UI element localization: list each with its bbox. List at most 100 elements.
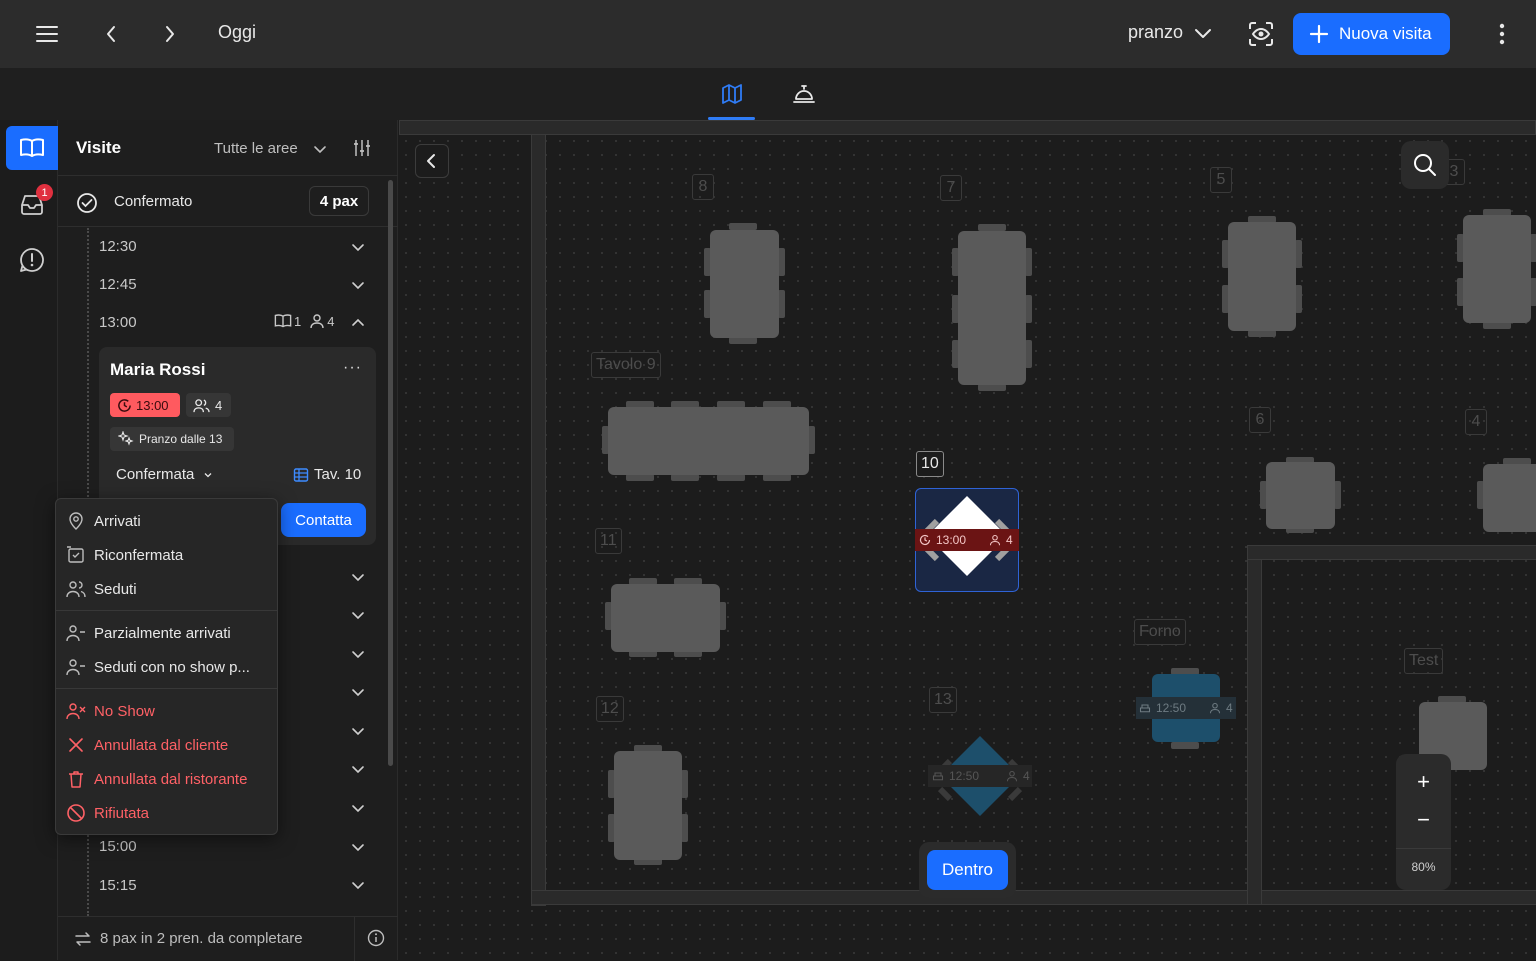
chair — [1025, 248, 1032, 276]
shift-selector[interactable]: pranzo — [1128, 22, 1183, 43]
chair — [763, 474, 791, 481]
menu-item-arrived[interactable]: Arrivati — [66, 506, 141, 536]
status-group-label[interactable]: Confermato — [114, 193, 192, 210]
table-6[interactable] — [1266, 462, 1335, 529]
menu-item-no-show[interactable]: No Show — [66, 696, 155, 726]
table-label-10: 10 — [916, 451, 944, 477]
zoom-controls: + − 80% — [1396, 754, 1451, 890]
contact-button[interactable]: Contatta — [281, 503, 366, 537]
booking-table-label: Tav. 10 — [314, 466, 362, 483]
table-8[interactable] — [710, 230, 779, 338]
collapse-panel-button[interactable] — [415, 144, 449, 178]
panel-scrollbar[interactable] — [388, 180, 393, 766]
slot-1300[interactable]: 13:00 — [99, 314, 137, 331]
table-3[interactable] — [1463, 215, 1531, 323]
booking-table[interactable]: Tav. 10 — [293, 466, 361, 483]
menu-item-reconfirmed[interactable]: Riconfermata — [66, 540, 183, 570]
chevron-down-icon[interactable] — [350, 607, 366, 623]
close-icon — [69, 738, 83, 752]
search-button[interactable] — [1401, 141, 1449, 189]
zoom-in-button[interactable]: + — [1396, 762, 1451, 802]
chevron-down-icon[interactable] — [312, 141, 328, 157]
chair — [681, 814, 688, 842]
more-vertical-icon[interactable] — [1482, 14, 1522, 54]
filter-sliders-icon[interactable] — [352, 138, 372, 158]
slot-1500[interactable]: 15:00 — [99, 838, 137, 855]
table-13-people: 4 — [1023, 769, 1030, 783]
chair — [729, 337, 757, 344]
chevron-down-icon[interactable] — [1192, 22, 1214, 44]
inbox-badge: 1 — [36, 184, 53, 201]
booking-time-chip: 13:00 — [110, 393, 180, 417]
menu-item-partially-arrived[interactable]: Parzialmente arrivati — [66, 618, 231, 648]
tab-map[interactable] — [708, 68, 756, 120]
forno-reservation[interactable]: 12:50 4 — [1136, 697, 1236, 719]
divider — [58, 226, 398, 227]
slot-1245[interactable]: 12:45 — [99, 276, 137, 293]
plus-icon — [1309, 24, 1329, 44]
menu-item-seated-no-show[interactable]: Seduti con no show p... — [66, 652, 250, 682]
menu-item-cancelled-by-client[interactable]: Annullata dal cliente — [66, 730, 228, 760]
table-label-9: Tavolo 9 — [591, 352, 661, 378]
chevron-down-icon[interactable] — [350, 646, 366, 662]
floor-plan[interactable]: 8 7 5 3 Tavolo 9 10 13:00 4 6 4 11 Forno… — [399, 120, 1536, 960]
rail-item-book[interactable] — [6, 126, 58, 170]
area-filter[interactable]: Tutte le aree — [214, 140, 298, 157]
booking-status: Confermata — [116, 466, 195, 483]
table-13-reservation[interactable]: 12:50 4 — [928, 765, 1032, 787]
map-icon — [722, 84, 742, 104]
sparkle-icon — [118, 431, 134, 446]
chair — [717, 474, 745, 481]
clock-icon — [118, 398, 131, 412]
eye-scan-icon[interactable] — [1241, 14, 1281, 54]
chevron-down-icon[interactable] — [350, 839, 366, 855]
service-bell-icon — [793, 85, 815, 103]
info-icon[interactable] — [367, 929, 385, 947]
chevron-down-icon[interactable] — [350, 877, 366, 893]
chevron-down-icon[interactable] — [350, 684, 366, 700]
panel-footer: 8 pax in 2 pren. da completare — [58, 916, 398, 961]
table-label-8: 8 — [692, 174, 714, 200]
chevron-down-icon[interactable] — [350, 761, 366, 777]
table-12[interactable] — [614, 751, 682, 860]
side-rail — [0, 120, 58, 960]
inside-area-button[interactable]: Dentro — [927, 850, 1008, 890]
chevron-down-icon[interactable] — [350, 569, 366, 585]
map-pin-icon — [69, 512, 83, 530]
chair — [1025, 295, 1032, 323]
wall — [1247, 545, 1262, 905]
menu-item-cancelled-by-restaurant[interactable]: Annullata dal ristorante — [66, 764, 247, 794]
chevron-down-icon[interactable] — [350, 800, 366, 816]
date-label[interactable]: Oggi — [218, 22, 256, 43]
slot-1230[interactable]: 12:30 — [99, 238, 137, 255]
zoom-out-button[interactable]: − — [1396, 800, 1451, 840]
chevron-down-icon[interactable] — [350, 239, 366, 255]
incomplete-bookings-text[interactable]: 8 pax in 2 pren. da completare — [100, 930, 303, 947]
previous-day-button[interactable] — [91, 14, 131, 54]
guest-name: Maria Rossi — [110, 360, 206, 379]
chevron-up-icon[interactable] — [350, 315, 366, 331]
next-day-button[interactable] — [150, 14, 190, 54]
menu-icon[interactable] — [27, 14, 67, 54]
menu-item-seated[interactable]: Seduti — [66, 574, 137, 604]
menu-item-refused[interactable]: Rifiutata — [66, 798, 149, 828]
slot-1515[interactable]: 15:15 — [99, 877, 137, 894]
rail-item-alerts[interactable] — [6, 238, 58, 282]
table-11[interactable] — [611, 584, 720, 652]
table-10-reservation[interactable]: 13:00 4 — [915, 529, 1019, 551]
table-4[interactable] — [1483, 464, 1536, 532]
menu-item-label: Annullata dal ristorante — [94, 770, 248, 788]
new-visit-button[interactable]: Nuova visita — [1293, 13, 1450, 55]
tab-service[interactable] — [780, 68, 828, 120]
more-horizontal-icon[interactable]: ··· — [343, 359, 362, 377]
table-9[interactable] — [608, 407, 809, 475]
chair — [1483, 322, 1511, 329]
slot-bookings-count: 1 — [294, 313, 302, 329]
booking-status-selector[interactable]: Confermata — [116, 466, 213, 483]
table-5[interactable] — [1228, 222, 1296, 331]
zoom-level: 80% — [1411, 860, 1436, 874]
table-7[interactable] — [958, 231, 1026, 385]
chevron-down-icon[interactable] — [350, 723, 366, 739]
chevron-down-icon[interactable] — [350, 277, 366, 293]
trash-icon — [69, 771, 83, 788]
